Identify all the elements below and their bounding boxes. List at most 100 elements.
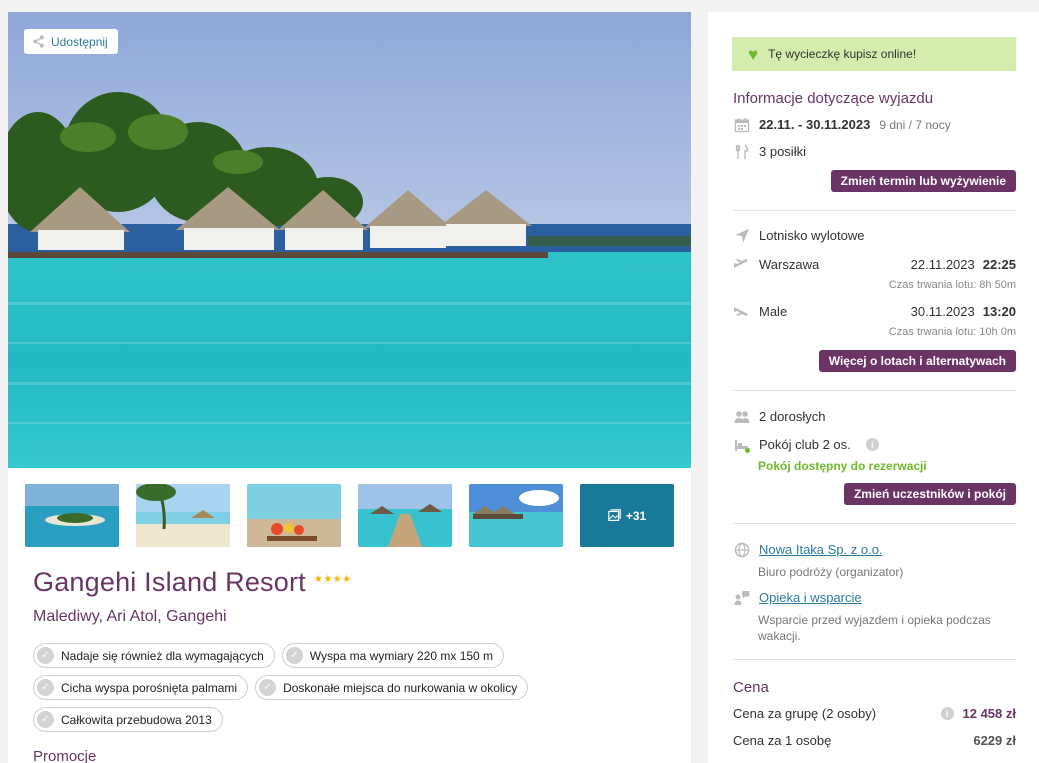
outbound-city: Warszawa	[759, 256, 820, 272]
feature-tag-label: Cicha wyspa porośnięta palmami	[61, 680, 238, 695]
plane-landing-icon	[733, 303, 750, 319]
feature-tag: ✓ Nadaje się również dla wymagających	[33, 643, 275, 668]
room-text: Pokój club 2 os.	[759, 437, 851, 452]
change-people-button[interactable]: Zmień uczestników i pokój	[843, 483, 1016, 505]
divider	[733, 390, 1016, 391]
trip-dates: 22.11. - 30.11.2023	[759, 117, 871, 132]
feature-tag-label: Całkowita przebudowa 2013	[61, 712, 212, 727]
feature-tag: ✓ Wyspa ma wymiary 220 mx 150 m	[281, 643, 505, 668]
support-icon	[733, 589, 750, 606]
more-photos-overlay: +31	[580, 484, 674, 547]
plane-takeoff-icon	[733, 256, 750, 272]
thumbnail-image	[469, 484, 563, 547]
thumbnail-image	[247, 484, 341, 547]
room-row: Pokój club 2 os. i	[733, 436, 879, 453]
inbound-flight-row: Male 30.11.2023 13:20	[733, 303, 1016, 319]
globe-icon	[733, 541, 750, 558]
change-date-button[interactable]: Zmień termin lub wyżywienie	[830, 170, 1016, 192]
booking-sidebar: ♥ Tę wycieczkę kupisz online! Informacje…	[708, 12, 1039, 763]
online-notice-text: Tę wycieczkę kupisz online!	[768, 47, 917, 61]
price-title: Cena	[733, 679, 769, 696]
hero-image	[8, 12, 691, 468]
navigation-arrow-icon	[733, 227, 750, 244]
departure-airport-row: Lotnisko wylotowe	[733, 227, 865, 244]
divider	[733, 659, 1016, 660]
check-icon: ✓	[259, 679, 277, 696]
feature-tag-label: Doskonałe miejsca do nurkowania w okolic…	[283, 680, 518, 695]
gallery-icon	[608, 509, 621, 521]
travellers-row: 2 dorosłych	[733, 408, 825, 425]
more-photos-button[interactable]: +31	[580, 484, 674, 547]
departure-airport-label: Lotnisko wylotowe	[759, 228, 865, 243]
thumbnail-strip: +31	[25, 484, 674, 547]
share-button[interactable]: Udostępnij	[24, 29, 118, 54]
outbound-duration: Czas trwania lotu: 8h 50m	[888, 279, 1016, 291]
inbound-time: 13:20	[982, 303, 1016, 319]
hotel-name: Gangehi Island Resort	[33, 567, 306, 597]
trip-info-title: Informacje dotyczące wyjazdu	[733, 90, 934, 107]
trip-dates-row: 22.11. - 30.11.2023 9 dni / 7 nocy	[733, 116, 951, 133]
share-label: Udostępnij	[51, 34, 108, 49]
feature-tag: ✓ Całkowita przebudowa 2013	[33, 707, 223, 732]
divider	[733, 210, 1016, 211]
organizer-link[interactable]: Nowa Itaka Sp. z o.o.	[759, 542, 883, 557]
price-person-label: Cena za 1 osobę	[733, 733, 832, 748]
thumbnail[interactable]	[247, 484, 341, 547]
thumbnail[interactable]	[25, 484, 119, 547]
share-icon	[33, 35, 44, 48]
room-availability: Pokój dostępny do rezerwacji	[758, 459, 927, 473]
organizer-row: Nowa Itaka Sp. z o.o.	[733, 541, 883, 558]
info-icon[interactable]: i	[940, 707, 954, 720]
heart-icon: ♥	[748, 44, 759, 64]
promo-heading: Promocje	[33, 748, 97, 763]
inbound-duration: Czas trwania lotu: 10h 0m	[888, 326, 1016, 338]
hotel-location: Malediwy, Ari Atol, Gangehi	[33, 608, 227, 625]
hotel-card: Udostępnij +31 Gangehi Island Resort ★★★…	[8, 12, 691, 763]
price-person-value: 6229 zł	[973, 733, 1016, 748]
divider	[733, 523, 1016, 524]
price-person-row: Cena za 1 osobę 6229 zł	[733, 733, 1016, 748]
info-icon[interactable]: i	[865, 438, 879, 451]
support-description: Wsparcie przed wyjazdem i opieka podczas…	[758, 612, 991, 644]
flights-info-button[interactable]: Więcej o lotach i alternatywach	[818, 350, 1016, 372]
meals-text: 3 posiłki	[759, 144, 806, 159]
inbound-date: 30.11.2023	[910, 303, 975, 319]
organizer-description: Biuro podróży (organizator)	[758, 565, 904, 579]
calendar-icon	[733, 116, 750, 133]
feature-tag-label: Nadaje się również dla wymagających	[61, 648, 264, 663]
support-row: Opieka i wsparcie	[733, 589, 862, 606]
check-icon: ✓	[37, 647, 54, 664]
outbound-flight-row: Warszawa 22.11.2023 22:25	[733, 256, 1016, 272]
price-group-value: 12 458 zł	[962, 706, 1017, 721]
support-link[interactable]: Opieka i wsparcie	[759, 590, 862, 605]
price-group-label: Cena za grupę (2 osoby)	[733, 706, 877, 721]
meals-row: 3 posiłki	[733, 143, 806, 160]
thumbnail[interactable]	[358, 484, 452, 547]
check-icon: ✓	[37, 711, 54, 728]
thumbnail-image	[136, 484, 230, 547]
hero-photo[interactable]	[8, 12, 691, 468]
feature-tag: ✓ Cicha wyspa porośnięta palmami	[33, 675, 249, 700]
outbound-date: 22.11.2023	[910, 256, 975, 272]
check-icon: ✓	[285, 647, 303, 664]
support-description-line: wakacji.	[758, 629, 801, 643]
inbound-city: Male	[759, 303, 788, 319]
online-purchase-notice: ♥ Tę wycieczkę kupisz online!	[732, 37, 1016, 71]
thumbnail-image	[358, 484, 452, 547]
support-description-line: Wsparcie przed wyjazdem i opieka podczas	[758, 613, 991, 627]
hotel-title-row: Gangehi Island Resort ★★★★	[33, 567, 352, 598]
cutlery-icon	[733, 143, 750, 160]
trip-duration: 9 dni / 7 nocy	[879, 117, 951, 132]
hotel-stars: ★★★★	[313, 574, 352, 585]
feature-tag-label: Wyspa ma wymiary 220 mx 150 m	[309, 648, 494, 663]
thumbnail[interactable]	[469, 484, 563, 547]
feature-tag: ✓ Doskonałe miejsca do nurkowania w okoli…	[255, 675, 529, 700]
price-group-row: Cena za grupę (2 osoby) i 12 458 zł	[733, 706, 1016, 721]
outbound-time: 22:25	[982, 256, 1016, 272]
feature-tags: ✓ Nadaje się również dla wymagających ✓ Wy…	[33, 643, 673, 739]
thumbnail[interactable]	[136, 484, 230, 547]
bed-icon	[733, 436, 750, 453]
thumbnail-image	[25, 484, 119, 547]
more-photos-count: +31	[625, 508, 647, 523]
people-icon	[733, 408, 750, 425]
